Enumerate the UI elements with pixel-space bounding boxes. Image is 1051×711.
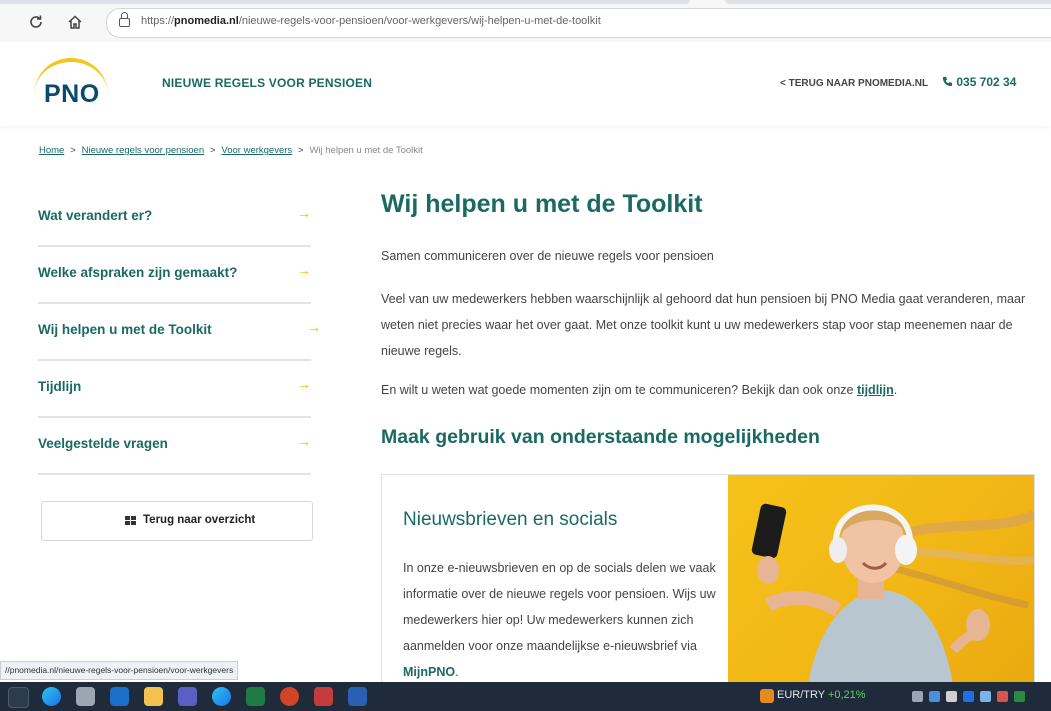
home-icon[interactable] xyxy=(64,11,86,33)
newsletter-card: Nieuwsbrieven en socials In onze e-nieuw… xyxy=(381,474,1035,686)
site-title[interactable]: NIEUWE REGELS VOOR PENSIOEN xyxy=(162,76,372,90)
back-to-pnomedia-link[interactable]: < TERUG NAAR PNOMEDIA.NL xyxy=(780,78,928,89)
phone-icon xyxy=(942,75,956,89)
word-icon[interactable] xyxy=(348,687,367,706)
sidebar-item-toolkit[interactable]: Wij helpen u met de Toolkit → xyxy=(38,304,321,361)
arrow-right-icon: → xyxy=(297,433,311,449)
body-text: Veel van uw medewerkers hebben waarschij… xyxy=(381,292,1026,358)
edge-icon[interactable] xyxy=(42,687,61,706)
teams-icon[interactable] xyxy=(178,687,197,706)
pno-logo[interactable]: PNO xyxy=(30,54,112,112)
sidebar-item-tijdlijn[interactable]: Tijdlijn → xyxy=(38,361,311,418)
sidebar-item-label: Welke afspraken zijn gemaakt? xyxy=(38,265,238,280)
breadcrumb-home[interactable]: Home xyxy=(39,145,64,156)
tray-security-icon[interactable] xyxy=(929,691,940,702)
sidebar-item-veelgestelde-vragen[interactable]: Veelgestelde vragen → xyxy=(38,418,311,475)
timeline-link[interactable]: tijdlijn xyxy=(857,383,894,397)
powerpoint-icon[interactable] xyxy=(280,687,299,706)
arrow-right-icon: → xyxy=(307,319,321,335)
sidebar-item-label: Wij helpen u met de Toolkit xyxy=(38,322,212,337)
outlook-icon[interactable] xyxy=(110,687,129,706)
stock-ticker-icon[interactable] xyxy=(760,689,774,703)
sidebar-item-label: Veelgestelde vragen xyxy=(38,436,168,451)
edge-alt-icon[interactable] xyxy=(212,687,231,706)
timeline-text: En wilt u weten wat goede momenten zijn … xyxy=(381,383,898,397)
card-title: Nieuwsbrieven en socials xyxy=(403,509,618,530)
arrow-right-icon: → xyxy=(297,205,311,221)
stock-ticker[interactable]: EUR/TRY +0,21% xyxy=(777,689,866,701)
breadcrumb-separator: > xyxy=(70,145,76,155)
browser-toolbar: https://pnomedia.nl/nieuwe-regels-voor-p… xyxy=(0,0,1051,43)
sidebar-item-label: Wat verandert er? xyxy=(38,208,153,223)
app-s-icon[interactable] xyxy=(8,687,29,708)
sidebar-item-wat-verandert-er[interactable]: Wat verandert er? → xyxy=(38,190,311,247)
tray-cloud-icon[interactable] xyxy=(980,691,991,702)
woman-selfie-photo xyxy=(728,475,1034,685)
breadcrumb-nieuwe-regels[interactable]: Nieuwe regels voor pensioen xyxy=(82,145,205,156)
mijnpno-link[interactable]: MijnPNO xyxy=(403,665,455,679)
status-url-tooltip: //pnomedia.nl/nieuwe-regels-voor-pensioe… xyxy=(0,661,239,680)
breadcrumb-separator: > xyxy=(210,145,216,155)
excel-icon[interactable] xyxy=(246,687,265,706)
tray-onedrive-icon[interactable] xyxy=(963,691,974,702)
url-text[interactable]: https://pnomedia.nl/nieuwe-regels-voor-p… xyxy=(141,15,601,27)
sidebar-item-welke-afspraken[interactable]: Welke afspraken zijn gemaakt? → xyxy=(38,247,311,304)
card-text: In onze e-nieuwsbrieven en op de socials… xyxy=(403,561,716,679)
back-to-overview-button[interactable]: Terug naar overzicht xyxy=(41,501,313,541)
phone-link[interactable]: 035 702 34 xyxy=(942,75,1016,89)
reload-icon[interactable] xyxy=(25,11,47,33)
pdf-icon[interactable] xyxy=(314,687,333,706)
grid-icon xyxy=(125,516,136,526)
snipping-tool-icon[interactable] xyxy=(76,687,95,706)
sidebar-nav: Wat verandert er? → Welke afspraken zijn… xyxy=(38,190,321,475)
section-subtitle: Maak gebruik van onderstaande mogelijkhe… xyxy=(381,426,820,448)
tray-notification-icon[interactable] xyxy=(997,691,1008,702)
tab-strip xyxy=(725,0,1051,4)
back-to-overview-label: Terug naar overzicht xyxy=(143,514,256,526)
tab-strip xyxy=(0,0,690,4)
breadcrumb-separator: > xyxy=(298,145,304,155)
breadcrumb: Home > Nieuwe regels voor pensioen > Voor we… xyxy=(39,145,423,156)
intro-text: Samen communiceren over de nieuwe regels… xyxy=(381,249,714,263)
breadcrumb-voor-werkgevers[interactable]: Voor werkgevers xyxy=(221,145,292,156)
tray-volume-icon[interactable] xyxy=(1014,691,1025,702)
arrow-right-icon: → xyxy=(297,262,311,278)
file-explorer-icon[interactable] xyxy=(144,687,163,706)
site-header: PNO NIEUWE REGELS VOOR PENSIOEN < TERUG … xyxy=(0,42,1051,126)
tray-app-icon[interactable] xyxy=(946,691,957,702)
sidebar-item-label: Tijdlijn xyxy=(38,379,82,394)
taskbar: EUR/TRY +0,21% xyxy=(0,682,1051,711)
breadcrumb-current: Wij helpen u met de Toolkit xyxy=(309,145,423,156)
tray-network-icon[interactable] xyxy=(912,691,923,702)
address-bar[interactable]: https://pnomedia.nl/nieuwe-regels-voor-p… xyxy=(106,8,1051,38)
lock-icon[interactable] xyxy=(119,12,130,27)
arrow-right-icon: → xyxy=(297,376,311,392)
page-title: Wij helpen u met de Toolkit xyxy=(381,190,703,218)
